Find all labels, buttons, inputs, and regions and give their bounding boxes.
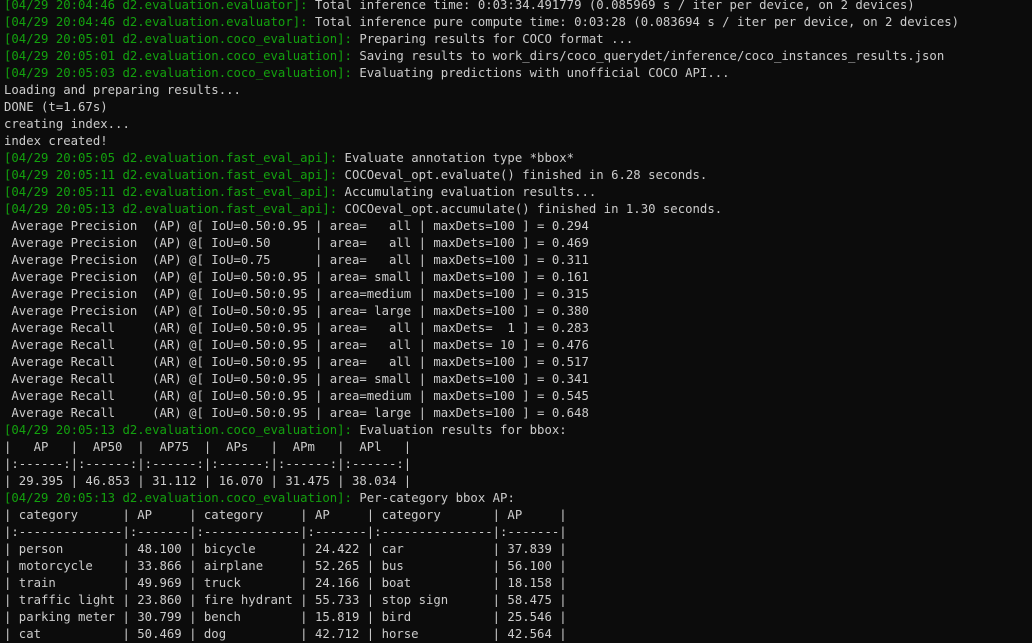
terminal-line: index created! [4,133,1032,150]
log-message: | parking meter | 30.799 | bench | 15.81… [4,610,567,624]
terminal-line: Average Recall (AR) @[ IoU=0.50:0.95 | a… [4,371,1032,388]
log-message: Average Precision (AP) @[ IoU=0.50:0.95 … [4,287,589,301]
terminal-line: Average Recall (AR) @[ IoU=0.50:0.95 | a… [4,337,1032,354]
terminal-line: Average Precision (AP) @[ IoU=0.50:0.95 … [4,269,1032,286]
log-prefix: [04/29 20:05:13 d2.evaluation.coco_evalu… [4,491,352,505]
log-prefix: [04/29 20:05:13 d2.evaluation.fast_eval_… [4,202,338,216]
terminal-line: creating index... [4,116,1032,133]
terminal-line: Average Recall (AR) @[ IoU=0.50:0.95 | a… [4,354,1032,371]
log-message: Average Recall (AR) @[ IoU=0.50:0.95 | a… [4,406,589,420]
log-prefix: [04/29 20:05:11 d2.evaluation.fast_eval_… [4,168,338,182]
terminal-line: [04/29 20:04:46 d2.evaluation.evaluator]… [4,0,1032,14]
log-message: Per-category bbox AP: [351,491,515,505]
terminal-line: [04/29 20:05:13 d2.evaluation.coco_evalu… [4,422,1032,439]
log-message: Average Precision (AP) @[ IoU=0.50 | are… [4,236,589,250]
log-prefix: [04/29 20:05:05 d2.evaluation.fast_eval_… [4,151,338,165]
terminal-line: | parking meter | 30.799 | bench | 15.81… [4,609,1032,626]
terminal-line: [04/29 20:05:13 d2.evaluation.fast_eval_… [4,201,1032,218]
terminal-line: |:--------------|:-------|:-------------… [4,524,1032,541]
terminal-line: Average Precision (AP) @[ IoU=0.50 | are… [4,235,1032,252]
terminal-line: | category | AP | category | AP | catego… [4,507,1032,524]
log-message: | category | AP | category | AP | catego… [4,508,567,522]
log-prefix: [04/29 20:05:01 d2.evaluation.coco_evalu… [4,32,352,46]
log-message: Average Recall (AR) @[ IoU=0.50:0.95 | a… [4,389,589,403]
log-message: Average Precision (AP) @[ IoU=0.50:0.95 … [4,304,589,318]
log-prefix: [04/29 20:05:13 d2.evaluation.coco_evalu… [4,423,352,437]
terminal-line: [04/29 20:05:05 d2.evaluation.fast_eval_… [4,150,1032,167]
log-message: Average Recall (AR) @[ IoU=0.50:0.95 | a… [4,372,589,386]
terminal-line: |:------:|:------:|:------:|:------:|:--… [4,456,1032,473]
log-prefix: [04/29 20:05:01 d2.evaluation.coco_evalu… [4,49,352,63]
log-message: Saving results to work_dirs/coco_queryde… [351,49,945,63]
terminal-line: Average Precision (AP) @[ IoU=0.50:0.95 … [4,303,1032,320]
terminal-line: | traffic light | 23.860 | fire hydrant … [4,592,1032,609]
log-message: | train | 49.969 | truck | 24.166 | boat… [4,576,567,590]
log-message: DONE (t=1.67s) [4,100,108,114]
terminal-line: Average Precision (AP) @[ IoU=0.50:0.95 … [4,286,1032,303]
terminal-output: [04/29 20:04:46 d2.evaluation.evaluator]… [0,0,1032,643]
log-message: Total inference pure compute time: 0:03:… [307,15,960,29]
terminal-line: Average Recall (AR) @[ IoU=0.50:0.95 | a… [4,388,1032,405]
terminal-line: Average Recall (AR) @[ IoU=0.50:0.95 | a… [4,320,1032,337]
log-message: Average Precision (AP) @[ IoU=0.50:0.95 … [4,270,589,284]
log-message: | 29.395 | 46.853 | 31.112 | 16.070 | 31… [4,474,412,488]
log-message: Average Precision (AP) @[ IoU=0.50:0.95 … [4,219,589,233]
terminal-line: Loading and preparing results... [4,82,1032,99]
terminal-line: [04/29 20:05:11 d2.evaluation.fast_eval_… [4,167,1032,184]
log-message: Total inference time: 0:03:34.491779 (0.… [307,0,915,12]
terminal-line: [04/29 20:05:11 d2.evaluation.fast_eval_… [4,184,1032,201]
log-message: index created! [4,134,108,148]
log-message: Evaluate annotation type *bbox* [337,151,575,165]
log-message: |:--------------|:-------|:-------------… [4,525,567,539]
terminal-line: DONE (t=1.67s) [4,99,1032,116]
log-message: creating index... [4,117,130,131]
log-message: Average Recall (AR) @[ IoU=0.50:0.95 | a… [4,355,589,369]
terminal-line: | motorcycle | 33.866 | airplane | 52.26… [4,558,1032,575]
log-message: Average Recall (AR) @[ IoU=0.50:0.95 | a… [4,321,589,335]
terminal-line: [04/29 20:05:13 d2.evaluation.coco_evalu… [4,490,1032,507]
log-message: COCOeval_opt.evaluate() finished in 6.28… [337,168,708,182]
log-message: Accumulating evaluation results... [337,185,597,199]
terminal-line: [04/29 20:05:01 d2.evaluation.coco_evalu… [4,48,1032,65]
terminal-line: Average Recall (AR) @[ IoU=0.50:0.95 | a… [4,405,1032,422]
log-message: | traffic light | 23.860 | fire hydrant … [4,593,567,607]
log-prefix: [04/29 20:04:46 d2.evaluation.evaluator]… [4,15,308,29]
log-message: Preparing results for COCO format ... [351,32,634,46]
terminal-line: | 29.395 | 46.853 | 31.112 | 16.070 | 31… [4,473,1032,490]
terminal-line: Average Precision (AP) @[ IoU=0.75 | are… [4,252,1032,269]
terminal-line: [04/29 20:05:03 d2.evaluation.coco_evalu… [4,65,1032,82]
terminal-line: | cat | 50.469 | dog | 42.712 | horse | … [4,626,1032,643]
log-prefix: [04/29 20:04:46 d2.evaluation.evaluator]… [4,0,308,12]
terminal-line: Average Precision (AP) @[ IoU=0.50:0.95 … [4,218,1032,235]
terminal-line: [04/29 20:05:01 d2.evaluation.coco_evalu… [4,31,1032,48]
log-message: Evaluation results for bbox: [351,423,567,437]
log-message: | cat | 50.469 | dog | 42.712 | horse | … [4,627,567,641]
log-message: | motorcycle | 33.866 | airplane | 52.26… [4,559,567,573]
log-message: COCOeval_opt.accumulate() finished in 1.… [337,202,723,216]
log-message: | person | 48.100 | bicycle | 24.422 | c… [4,542,567,556]
log-message: |:------:|:------:|:------:|:------:|:--… [4,457,412,471]
log-message: Average Precision (AP) @[ IoU=0.75 | are… [4,253,589,267]
log-message: Evaluating predictions with unofficial C… [351,66,730,80]
log-message: | AP | AP50 | AP75 | APs | APm | APl | [4,440,412,454]
log-message: Average Recall (AR) @[ IoU=0.50:0.95 | a… [4,338,589,352]
log-prefix: [04/29 20:05:11 d2.evaluation.fast_eval_… [4,185,338,199]
terminal-line: [04/29 20:04:46 d2.evaluation.evaluator]… [4,14,1032,31]
terminal-line: | person | 48.100 | bicycle | 24.422 | c… [4,541,1032,558]
terminal-line: | train | 49.969 | truck | 24.166 | boat… [4,575,1032,592]
log-message: Loading and preparing results... [4,83,241,97]
log-prefix: [04/29 20:05:03 d2.evaluation.coco_evalu… [4,66,352,80]
terminal-line: | AP | AP50 | AP75 | APs | APm | APl | [4,439,1032,456]
